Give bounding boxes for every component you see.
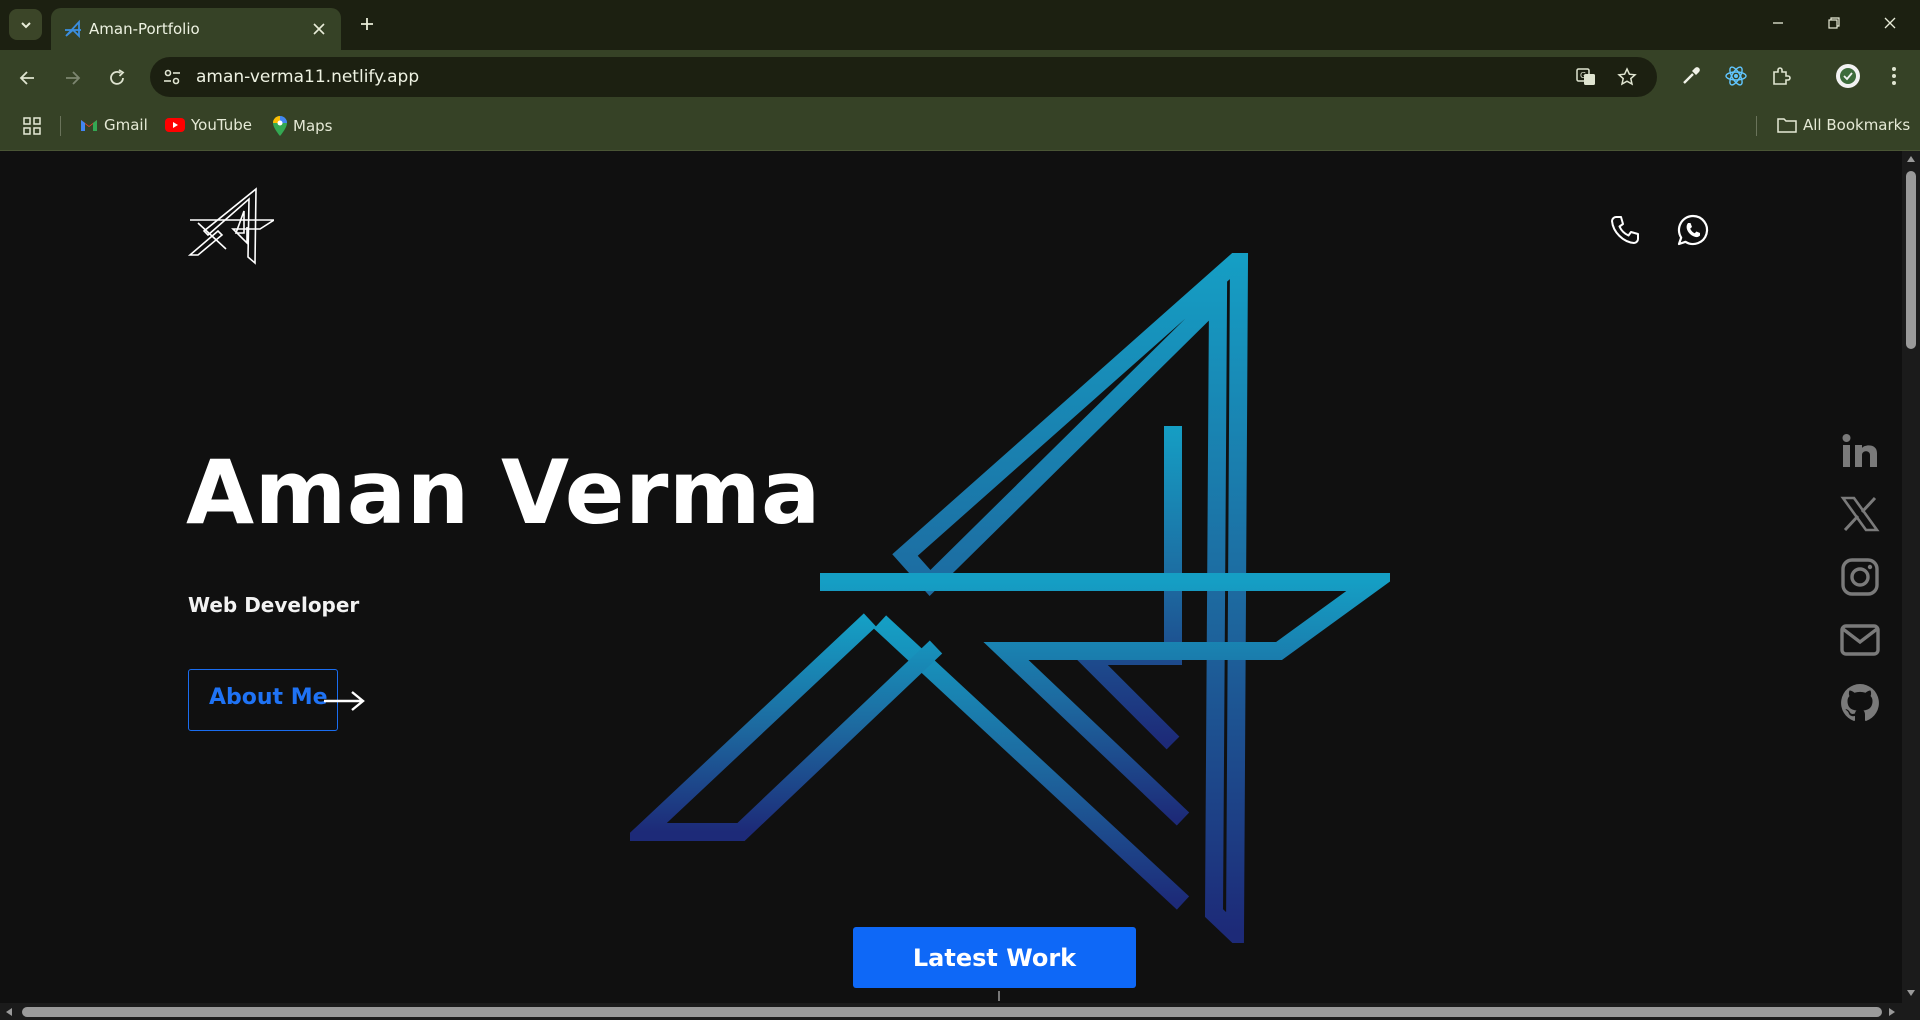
whatsapp-icon[interactable] bbox=[1676, 213, 1710, 247]
hero-role: Web Developer bbox=[188, 593, 360, 617]
scroll-indicator bbox=[998, 991, 1000, 1001]
forward-button[interactable] bbox=[56, 62, 88, 94]
star-icon bbox=[1617, 67, 1637, 86]
horizontal-scrollbar[interactable] bbox=[0, 1003, 1920, 1020]
browser-toolbar: aman-verma11.netlify.app G bbox=[0, 50, 1920, 102]
bookmark-label: YouTube bbox=[191, 116, 252, 134]
bookmark-label: Maps bbox=[293, 117, 333, 135]
vertical-scroll-thumb[interactable] bbox=[1906, 171, 1916, 349]
back-button[interactable] bbox=[12, 62, 44, 94]
bookmarks-divider bbox=[60, 116, 61, 136]
mail-icon[interactable] bbox=[1840, 620, 1880, 660]
hero-logo-graphic bbox=[630, 253, 1390, 943]
close-icon bbox=[313, 23, 325, 35]
bookmark-label: Gmail bbox=[104, 116, 148, 134]
react-icon bbox=[1725, 66, 1747, 86]
browser-menu-button[interactable] bbox=[1880, 62, 1908, 90]
active-tab[interactable]: Aman-Portfolio bbox=[51, 8, 341, 50]
site-logo[interactable] bbox=[188, 187, 274, 265]
bookmarks-divider bbox=[1756, 116, 1757, 136]
svg-text:G: G bbox=[1580, 71, 1586, 80]
more-vertical-icon bbox=[1892, 67, 1896, 85]
tab-strip: Aman-Portfolio bbox=[0, 0, 1920, 50]
about-me-label: About Me bbox=[209, 685, 328, 710]
phone-icon[interactable] bbox=[1608, 213, 1642, 247]
youtube-icon bbox=[165, 118, 185, 132]
new-tab-button[interactable] bbox=[353, 10, 381, 38]
chevron-down-icon bbox=[20, 21, 31, 28]
all-bookmarks-label: All Bookmarks bbox=[1803, 116, 1911, 134]
react-devtools-button[interactable] bbox=[1722, 62, 1750, 90]
site-favicon-icon bbox=[65, 19, 81, 39]
arrow-left-icon bbox=[19, 71, 34, 85]
close-icon bbox=[1884, 17, 1896, 29]
about-me-button[interactable]: About Me bbox=[188, 669, 338, 731]
apps-grid-icon bbox=[23, 117, 41, 135]
folder-icon bbox=[1777, 118, 1797, 133]
latest-work-button[interactable]: Latest Work bbox=[853, 927, 1136, 988]
extensions-button[interactable] bbox=[1767, 62, 1795, 90]
bookmark-youtube[interactable]: YouTube bbox=[165, 116, 252, 134]
puzzle-icon bbox=[1773, 67, 1791, 85]
profile-button[interactable] bbox=[1834, 62, 1862, 90]
apps-button[interactable] bbox=[22, 116, 42, 136]
minimize-icon bbox=[1773, 22, 1783, 24]
vertical-scrollbar[interactable] bbox=[1902, 151, 1920, 1003]
tab-close-button[interactable] bbox=[307, 17, 331, 41]
latest-work-label: Latest Work bbox=[912, 943, 1077, 972]
tab-title: Aman-Portfolio bbox=[89, 20, 200, 38]
gmail-icon bbox=[81, 120, 97, 131]
scroll-up-icon[interactable] bbox=[1906, 155, 1916, 163]
horizontal-scroll-thumb[interactable] bbox=[22, 1007, 1882, 1017]
instagram-icon[interactable] bbox=[1840, 557, 1880, 597]
url-text: aman-verma11.netlify.app bbox=[196, 67, 420, 87]
maps-icon bbox=[273, 116, 287, 136]
translate-button[interactable]: G bbox=[1574, 65, 1598, 89]
arrow-right-icon bbox=[324, 691, 365, 711]
reload-button[interactable] bbox=[101, 62, 133, 94]
tab-search-button[interactable] bbox=[9, 9, 42, 40]
browser-chrome: Aman-Portfolio aman-verma11.netlify.app … bbox=[0, 0, 1920, 151]
eyedropper-extension-button[interactable] bbox=[1677, 62, 1705, 90]
scroll-right-icon[interactable] bbox=[1888, 1007, 1896, 1017]
restore-button[interactable] bbox=[1811, 5, 1857, 41]
avatar bbox=[1836, 64, 1860, 88]
restore-icon bbox=[1828, 17, 1840, 29]
bookmark-gmail[interactable]: Gmail bbox=[80, 116, 148, 134]
bookmarks-bar: Gmail YouTube Maps All Bookmarks bbox=[0, 102, 1920, 151]
github-icon[interactable] bbox=[1840, 683, 1880, 723]
bookmark-maps[interactable]: Maps bbox=[273, 116, 332, 136]
linkedin-icon[interactable] bbox=[1840, 431, 1880, 471]
minimize-button[interactable] bbox=[1755, 5, 1801, 41]
site-info-icon[interactable] bbox=[160, 65, 184, 89]
scroll-down-icon[interactable] bbox=[1906, 989, 1916, 997]
close-window-button[interactable] bbox=[1867, 5, 1913, 41]
eyedropper-icon bbox=[1683, 67, 1700, 84]
translate-icon: G bbox=[1576, 68, 1595, 85]
arrow-right-icon bbox=[66, 71, 81, 85]
all-bookmarks-button[interactable]: All Bookmarks bbox=[1777, 116, 1910, 134]
scroll-left-icon[interactable] bbox=[5, 1007, 13, 1017]
address-bar[interactable]: aman-verma11.netlify.app G bbox=[150, 57, 1657, 97]
plus-icon bbox=[361, 18, 373, 30]
portfolio-page: Aman Verma Web Developer About Me Latest… bbox=[0, 151, 1902, 1003]
x-twitter-icon[interactable] bbox=[1840, 494, 1880, 534]
reload-icon bbox=[110, 69, 125, 85]
bookmark-star-button[interactable] bbox=[1615, 65, 1639, 89]
